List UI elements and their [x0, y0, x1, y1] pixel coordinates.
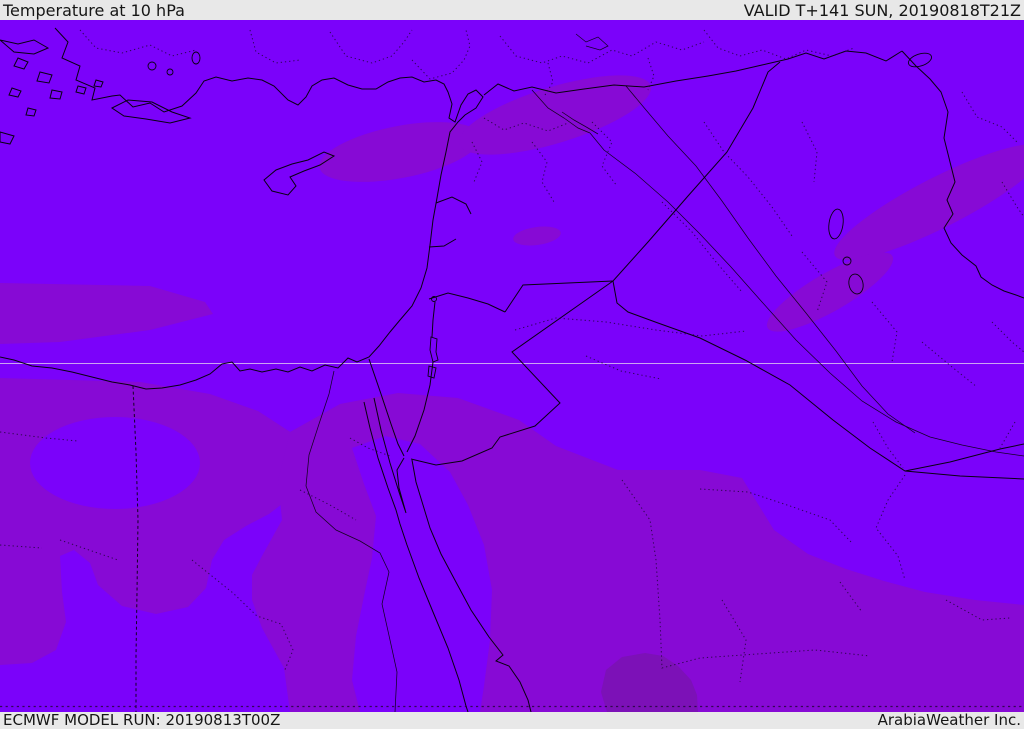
- valid-time-label: VALID T+141 SUN, 20190818T21Z: [743, 1, 1021, 20]
- credit-label: ArabiaWeather Inc.: [877, 711, 1021, 729]
- temperature-map: [0, 20, 1024, 712]
- model-run-label: ECMWF MODEL RUN: 20190813T00Z: [3, 711, 281, 729]
- header-bar: Temperature at 10 hPa VALID T+141 SUN, 2…: [0, 0, 1024, 20]
- footer-bar: ECMWF MODEL RUN: 20190813T00Z ArabiaWeat…: [0, 712, 1024, 729]
- map-title: Temperature at 10 hPa: [3, 1, 185, 20]
- weather-map-window: Temperature at 10 hPa VALID T+141 SUN, 2…: [0, 0, 1024, 729]
